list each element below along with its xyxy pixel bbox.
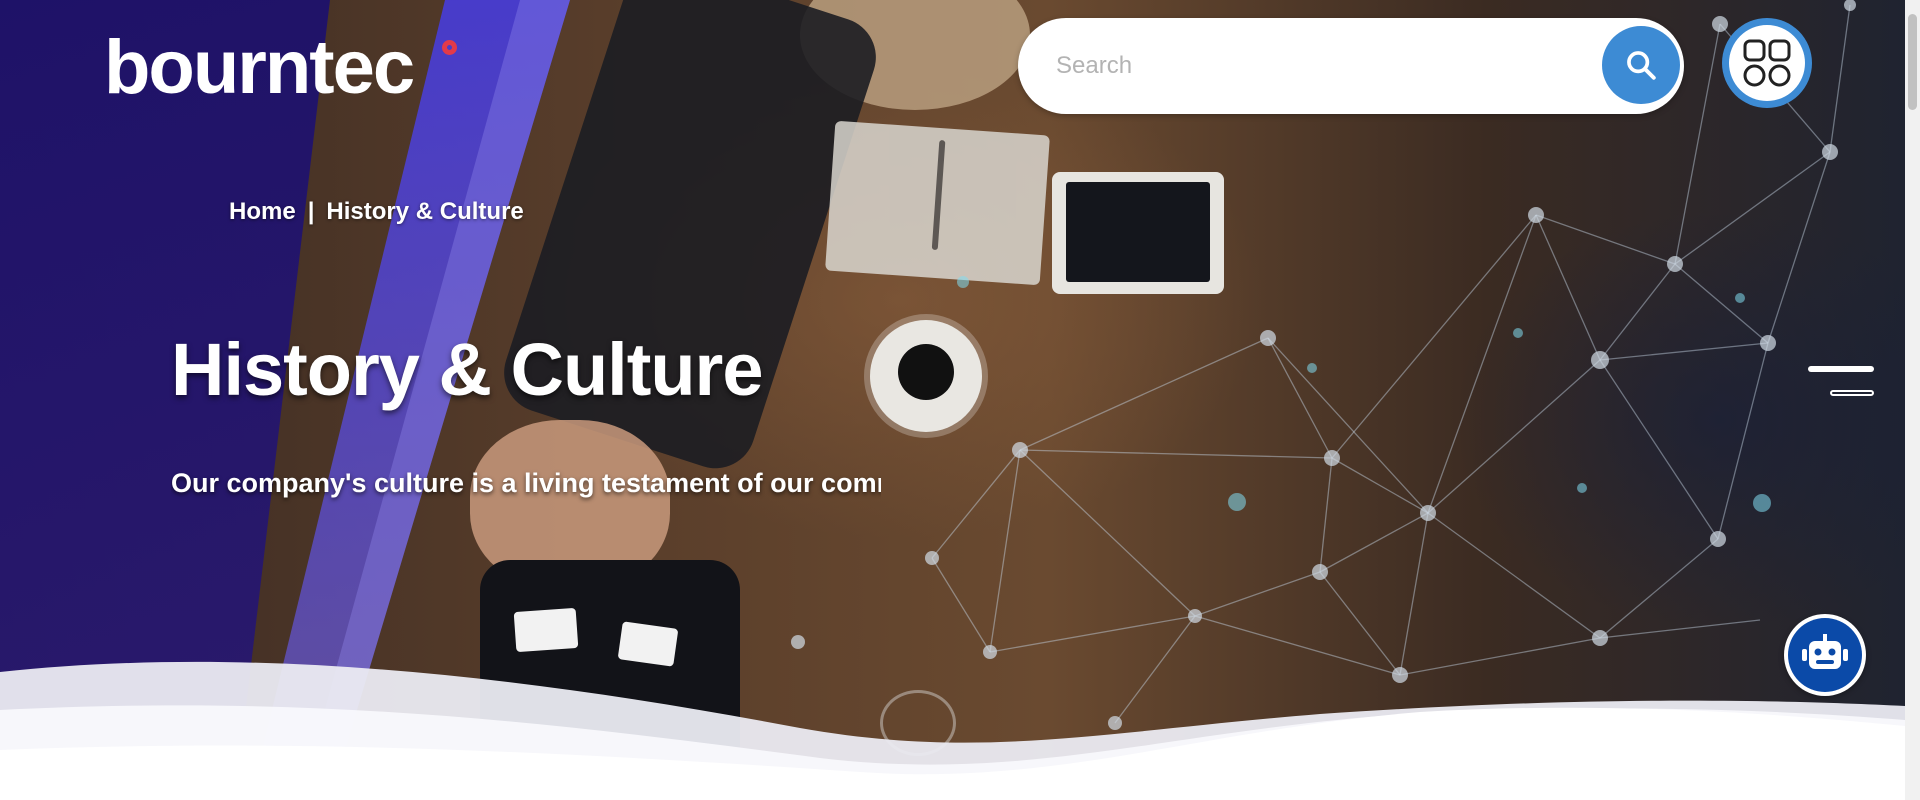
hero-subtitle-container: Our company's culture is a living testam… <box>171 468 881 508</box>
apps-button-face <box>1729 25 1805 101</box>
page-title: History & Culture <box>171 328 764 411</box>
brand-logo-text: bourntec <box>104 25 415 110</box>
menu-line <box>1808 366 1874 372</box>
robot-icon <box>1802 634 1848 669</box>
breadcrumb-separator: | <box>307 198 315 225</box>
search-button[interactable] <box>1602 26 1680 104</box>
breadcrumb-current: History & Culture <box>326 198 524 225</box>
page-scrollbar[interactable] <box>1905 0 1920 800</box>
apps-grid-icon <box>1743 39 1791 87</box>
hamburger-menu-icon[interactable] <box>1806 366 1876 402</box>
scrollbar-thumb[interactable] <box>1908 14 1917 110</box>
brand-logo[interactable]: bourntec <box>104 30 415 106</box>
search-input[interactable] <box>1054 44 1578 88</box>
logo-ring-icon <box>442 40 457 55</box>
hero-subtitle: Our company's culture is a living testam… <box>171 468 881 498</box>
chatbot-button[interactable] <box>1784 614 1866 696</box>
bottom-wave <box>0 661 1905 800</box>
chatbot-button-face <box>1788 618 1862 692</box>
apps-menu-button[interactable] <box>1722 18 1812 108</box>
breadcrumb-home-link[interactable]: Home <box>229 198 296 226</box>
search-bar <box>1018 18 1684 114</box>
menu-line <box>1830 390 1874 396</box>
breadcrumb: Home | History & Culture <box>229 198 524 226</box>
search-icon <box>1627 51 1656 80</box>
